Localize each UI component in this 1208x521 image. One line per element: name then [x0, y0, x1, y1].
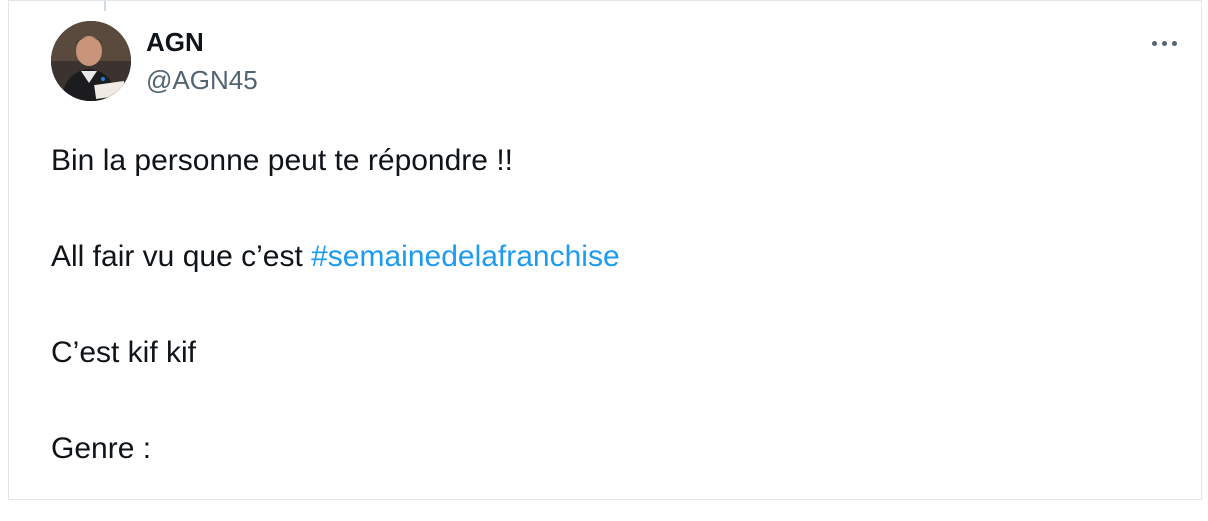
more-options-button[interactable]	[1139, 25, 1189, 61]
tweet-text: Bin la personne peut te répondre !! All …	[51, 137, 1171, 521]
tweet-line-text: All fair vu que c’est	[51, 240, 312, 273]
tweet-line: All fair vu que c’est #semainedelafranch…	[51, 233, 1171, 281]
author-handle[interactable]: @AGN45	[146, 65, 258, 95]
profile-photo-icon	[51, 21, 131, 101]
tweet-line: Genre :	[51, 432, 152, 465]
author-name[interactable]: AGN	[146, 27, 204, 57]
tweet-line: Bin la personne peut te répondre !!	[51, 144, 513, 177]
tweet-card[interactable]: AGN @AGN45 Bin la personne peut te répon…	[8, 0, 1202, 500]
tweet-line: C’est kif kif	[51, 336, 197, 369]
more-options-icon	[1151, 40, 1157, 46]
more-options-icon-dot	[1161, 40, 1167, 46]
more-options-icon-dot	[1171, 40, 1177, 46]
avatar[interactable]	[51, 21, 131, 101]
hashtag-link[interactable]: #semainedelafranchise	[311, 240, 620, 273]
thread-connector-line	[104, 1, 106, 11]
